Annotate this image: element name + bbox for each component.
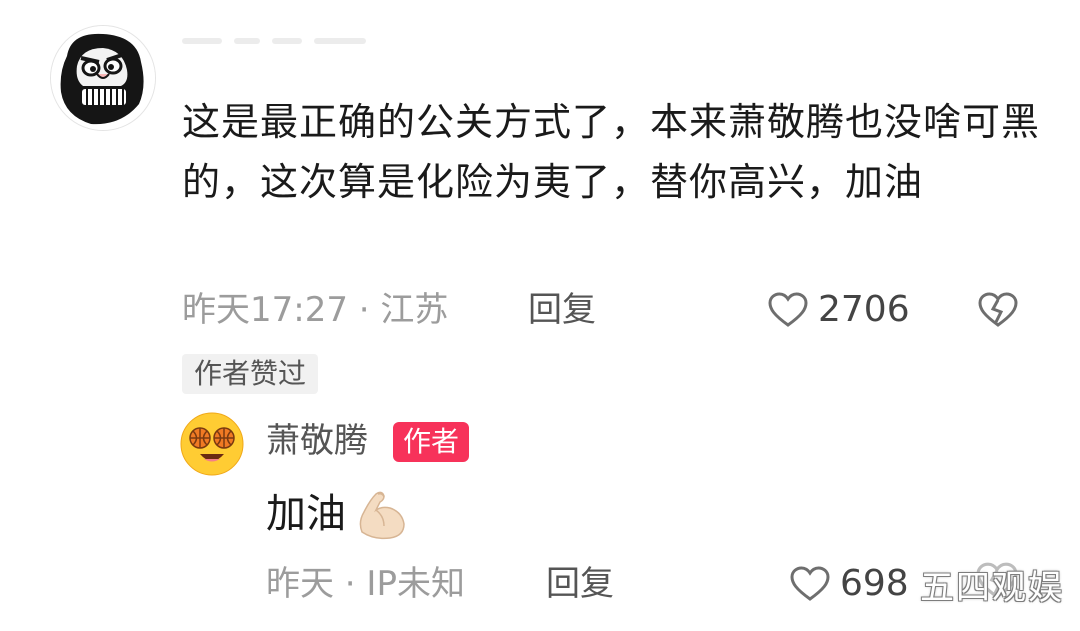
commenter-username-redacted <box>182 30 412 46</box>
flexed-biceps-emoji-icon <box>354 488 408 542</box>
replier-avatar[interactable] <box>180 412 244 476</box>
reply-to-reply-button[interactable]: 回复 <box>546 564 614 604</box>
reply-button[interactable]: 回复 <box>528 290 596 330</box>
basketball-eyes-emoji-avatar-icon <box>180 412 244 476</box>
like-count: 2706 <box>818 289 910 330</box>
watermark: 五四观娱 <box>920 568 1064 608</box>
heart-outline-icon[interactable] <box>790 566 830 602</box>
author-badge: 作者 <box>393 422 470 462</box>
comment-text: 这是最正确的公关方式了，本来萧敬腾也没啥可黑的，这次算是化险为夷了，替你高兴，加… <box>182 100 1041 204</box>
cartoon-face-avatar-icon <box>51 26 155 130</box>
heart-outline-icon[interactable] <box>768 292 808 328</box>
commenter-avatar[interactable] <box>50 25 156 131</box>
replier-username[interactable]: 萧敬腾 <box>266 420 368 462</box>
broken-heart-icon[interactable] <box>978 292 1018 328</box>
comment-meta: 昨天17:27 · 江苏 <box>182 290 449 330</box>
reply-meta: 昨天 · IP未知 <box>266 564 465 604</box>
author-liked-tag: 作者赞过 <box>182 354 319 394</box>
reply-text: 加油 <box>266 491 346 537</box>
reply-like-count: 698 <box>840 563 909 604</box>
